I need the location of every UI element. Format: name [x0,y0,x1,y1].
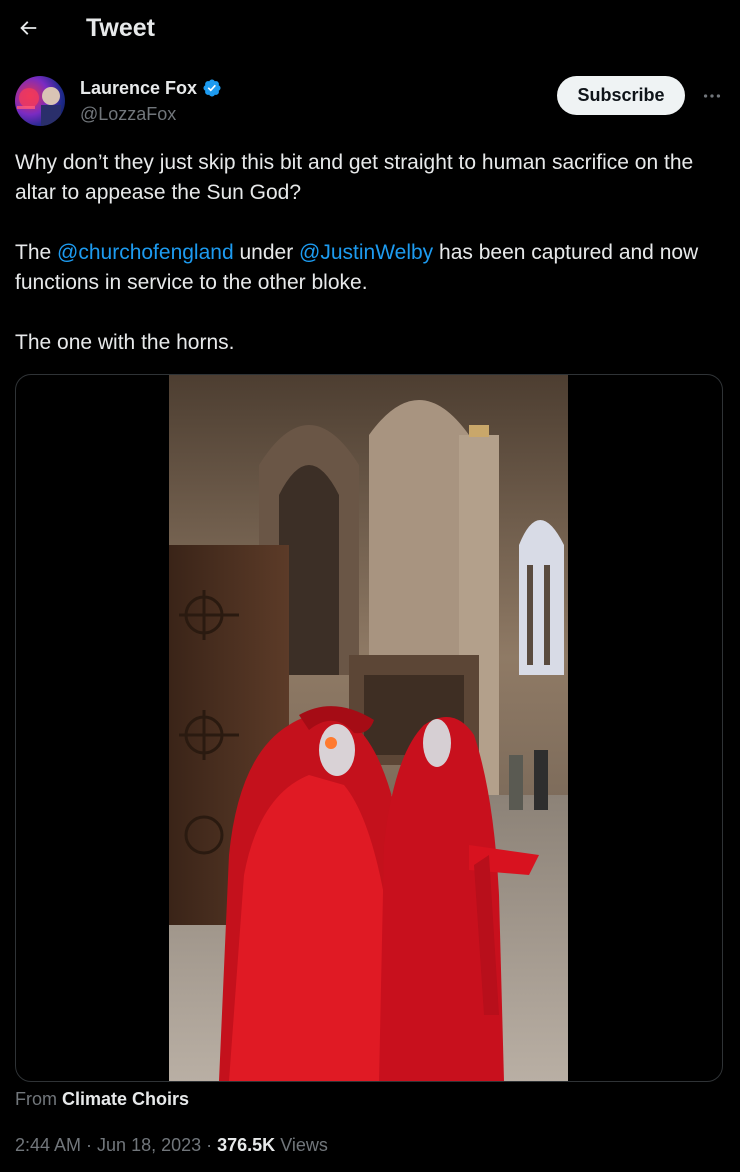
verified-badge-icon [203,79,221,97]
meta-separator: · [81,1135,98,1155]
author-name[interactable]: Laurence Fox [80,77,222,99]
avatar[interactable] [15,76,65,126]
tweet-paragraph-1: Why don’t they just skip this bit and ge… [15,151,694,204]
mention-justinwelby[interactable]: @JustinWelby [299,241,433,264]
tweet-date-link[interactable]: Jun 18, 2023 [97,1135,201,1155]
source-attribution: From Climate Choirs [15,1088,189,1110]
source-prefix: From [15,1089,57,1109]
page-title: Tweet [86,14,155,42]
more-options-button[interactable] [698,84,726,108]
source-name-link[interactable]: Climate Choirs [62,1089,189,1109]
avatar-image [17,87,61,126]
meta-separator: · [201,1135,218,1155]
views-count: 376.5K [217,1135,276,1155]
back-button[interactable] [14,14,42,42]
author-name-text: Laurence Fox [80,78,198,98]
tweet-text-segment: The [15,241,58,264]
tweet-paragraph-2: The @churchofengland under @JustinWelby … [15,238,727,298]
media-container[interactable] [15,374,723,1082]
tweet-text: Why don’t they just skip this bit and ge… [15,148,727,388]
tweet-metadata: 2:44 AM · Jun 18, 2023 · 376.5K Views [15,1134,328,1156]
author-handle[interactable]: @LozzaFox [80,103,176,125]
more-horizontal-icon [703,94,721,98]
mention-churchofengland[interactable]: @churchofengland [57,241,234,264]
views-label: Views [275,1135,328,1155]
top-bar: Tweet [0,0,740,56]
tweet-time-link[interactable]: 2:44 AM [15,1135,81,1155]
tweet-paragraph-3: The one with the horns. [15,331,235,354]
tweet-text-segment: under [233,241,300,264]
video-thumbnail[interactable] [169,375,568,1081]
subscribe-button[interactable]: Subscribe [557,76,685,115]
video-scene-illustration [169,375,568,1081]
arrow-left-icon [20,21,37,35]
